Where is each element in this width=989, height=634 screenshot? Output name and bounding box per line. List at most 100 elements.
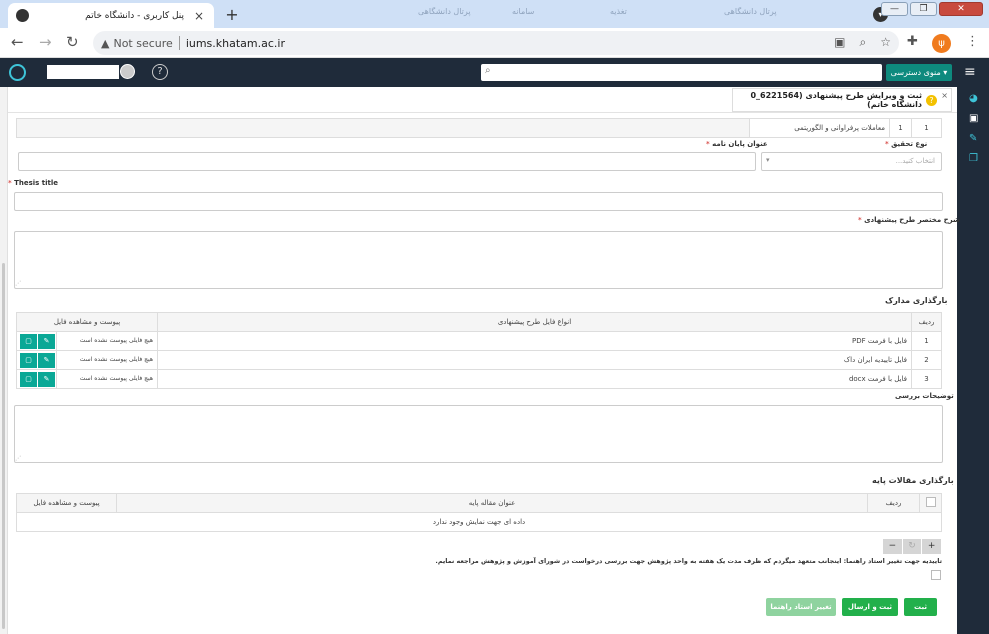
attach-actions: ✎▢ [16,331,57,351]
blocked-popup-icon[interactable]: ▣ [834,35,845,50]
row-number: 3 [911,369,942,389]
search-input[interactable]: ⌕ [481,64,882,81]
search-icon: ⌕ [485,65,491,76]
refresh-button[interactable]: ↻ [902,539,922,554]
view-file-icon[interactable]: ▢ [20,352,37,368]
select-all-cell [919,493,942,513]
tab-title: پنل کاربری - دانشگاه خاتم [85,10,184,21]
file-type: فایل با فرمت docx [157,369,912,389]
thesis-title-fa-label: عنوان پایان نامه * [706,140,768,148]
reload-icon[interactable]: ↻ [66,34,79,50]
zoom-icon[interactable]: ⌕ [860,35,867,50]
research-type-select[interactable]: انتخاب کنید... ▾ [761,152,942,171]
user-card-icon[interactable]: ▣ [969,113,978,124]
change-advisor-button[interactable]: تغییر استاد راهنما [766,598,836,616]
forward-icon[interactable]: → [39,34,52,50]
ghost-tab[interactable]: پرتال دانشگاهی [724,7,777,16]
address-bar-row: ← → ↻ ▲ Not secure iums.khatam.ac.ir ▣ ⌕… [0,28,989,58]
resize-grip-icon[interactable]: ⋰ [15,455,21,462]
ghost-tab[interactable]: سامانه [512,7,534,16]
col-type: انواع فایل طرح پیشنهادی [157,312,912,332]
globe-icon [16,9,29,22]
access-menu-label: منوی دسترسی [890,68,941,77]
base-articles-heading: بارگذاری مقالات پایه [872,476,954,485]
review-notes-label: توضیحات بررسی [895,392,954,400]
edit-icon[interactable]: ✎ [38,333,55,349]
edit-icon[interactable]: ✎ [38,352,55,368]
avatar[interactable] [120,64,135,79]
save-and-send-button[interactable]: ثبت و ارسال [842,598,898,616]
help-icon[interactable]: ? [152,64,168,80]
omnibox[interactable]: ▲ Not secure iums.khatam.ac.ir ▣ ⌕ ☆ [93,31,899,55]
back-icon[interactable]: ← [11,34,24,50]
edit-icon[interactable]: ✎ [969,133,977,144]
remove-row-button[interactable]: − [883,539,902,554]
bookmark-star-icon[interactable]: ☆ [880,35,891,50]
file-type: فایل تاییدیه ایران داک [157,350,912,370]
summary-label: شرح مختصر طرح پیشنهادی * [858,216,960,224]
new-tab-button[interactable]: + [222,5,242,25]
selected-course-table: 1 1 معاملات پرفراوانی و الگوریتمی [16,118,942,138]
thesis-title-en-input[interactable] [14,192,943,211]
help-badge-icon[interactable]: ? [926,94,937,106]
user-name-box[interactable] [47,65,119,79]
restore-button[interactable]: ❐ [910,2,937,16]
base-articles-table: ردیف عنوان مقاله پایه پیوست و مشاهده فای… [16,493,942,532]
thesis-title-fa-input[interactable] [18,152,756,171]
attach-status: هیچ فایلی پیوست نشده است [56,331,158,351]
documents-icon[interactable]: ❐ [969,153,978,164]
panel-close-icon[interactable]: × [941,91,948,100]
confirmation-checkbox[interactable] [931,570,941,580]
col-attach: پیوست و مشاهده فایل [16,493,117,513]
panel-tab[interactable]: ? ثبت و ویرایش طرح پیشنهادی (6221564_0 د… [732,88,952,112]
empty-text: داده ای جهت نمایش وجود ندارد [16,512,942,532]
tab-close-icon[interactable]: × [192,9,206,23]
attach-status: هیچ فایلی پیوست نشده است [56,369,158,389]
panel-title: ثبت و ویرایش طرح پیشنهادی (6221564_0 دان… [750,91,922,109]
select-all-checkbox[interactable] [925,497,936,507]
ghost-tab[interactable]: پرتال دانشگاهی [418,7,471,16]
minimize-button[interactable]: — [881,2,908,16]
documents-table: ردیف انواع فایل طرح پیشنهادی پیوست و مشا… [16,312,942,389]
label-text: شرح مختصر طرح پیشنهادی [864,216,960,224]
label-text: عنوان پایان نامه [712,140,768,148]
summary-textarea[interactable] [14,231,943,289]
scrollbar-thumb[interactable] [2,263,5,629]
browser-menu-icon[interactable]: ⋮ [966,34,979,49]
close-window-button[interactable]: ✕ [939,2,983,16]
col-row: ردیف [911,312,942,332]
extension-avatar-icon[interactable]: ψ [932,34,951,53]
ghost-tab[interactable]: تغذیه [610,7,627,16]
col-title: عنوان مقاله پایه [116,493,868,513]
review-notes-textarea[interactable] [14,405,943,463]
view-file-icon[interactable]: ▢ [20,333,37,349]
divider [178,36,180,50]
pie-chart-icon[interactable]: ◕ [969,93,978,104]
access-menu-button[interactable]: منوی دسترسی ▾ [886,64,952,81]
table-cell [16,118,750,138]
hamburger-menu-icon[interactable]: ≡ [964,65,976,79]
edit-icon[interactable]: ✎ [38,371,55,387]
divider [8,112,957,113]
col-row: ردیف [867,493,920,513]
warning-icon: ▲ [101,36,110,50]
security-label: Not secure [113,36,173,50]
grid-toolbar: − ↻ + [883,539,942,554]
resize-grip-icon[interactable]: ⋰ [15,280,21,287]
url-text[interactable]: iums.khatam.ac.ir [186,37,285,50]
label-text: نوع تحقیق [891,140,928,148]
table-header-row: ردیف عنوان مقاله پایه پیوست و مشاهده فای… [16,493,942,513]
table-row: داده ای جهت نمایش وجود ندارد [16,512,942,532]
table-header-row: ردیف انواع فایل طرح پیشنهادی پیوست و مشا… [16,312,942,332]
row-number: 2 [911,350,942,370]
confirmation-text: تاییدیه جهت تغییر استاد راهنما: اینجانب … [435,557,942,565]
row-title: معاملات پرفراوانی و الگوریتمی [749,118,890,138]
view-file-icon[interactable]: ▢ [20,371,37,387]
browser-tab[interactable]: × پنل کاربری - دانشگاه خاتم [8,3,214,28]
extensions-icon[interactable]: ✚ [907,34,918,49]
save-button[interactable]: ثبت [904,598,937,616]
table-row: 3 فایل با فرمت docx هیچ فایلی پیوست نشده… [16,369,942,389]
gear-logo-icon[interactable] [9,64,26,81]
add-row-button[interactable]: + [922,539,942,554]
col-attach: پیوست و مشاهده فایل [16,312,158,332]
